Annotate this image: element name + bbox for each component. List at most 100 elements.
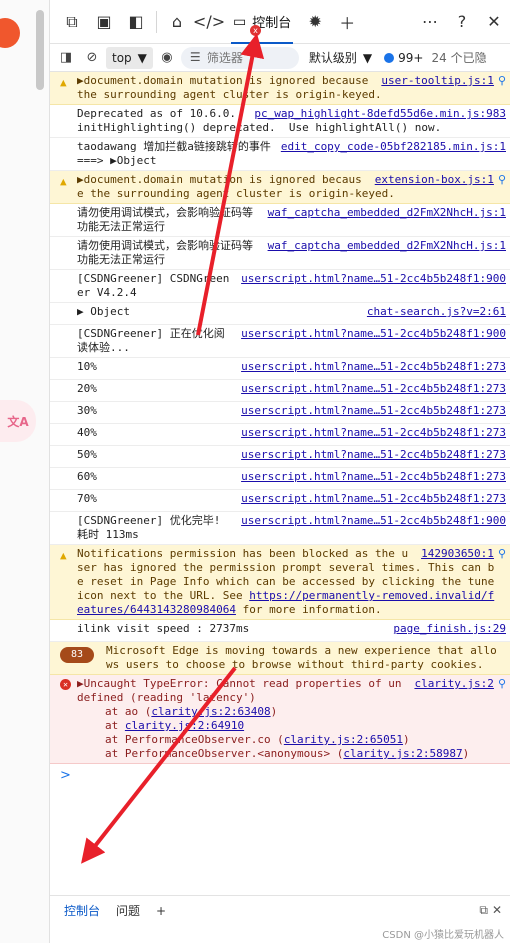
log-message: edit_copy_code-05bf282185.min.js:1 taodaw… xyxy=(50,138,510,171)
inspect-icon[interactable]: ▣ xyxy=(88,0,120,44)
warning-message: ▲ ⚲ user-tooltip.js:1 ▶document.domain muta… xyxy=(50,72,510,105)
help-icon[interactable]: ? xyxy=(446,0,478,44)
more-icon[interactable]: ⋯ xyxy=(414,0,446,44)
filter-wrapper: ☰ xyxy=(180,46,299,69)
tab-console[interactable]: ▭ 控制台 x xyxy=(225,0,299,44)
log-message: userscript.html?name…51-2cc4b5b248f1:273… xyxy=(50,446,510,468)
search-lens-icon[interactable]: ⚲ xyxy=(498,677,506,691)
message-source-link[interactable]: waf_captcha_embedded_d2FmX2NhcH.js:1 xyxy=(268,206,506,220)
message-source-link[interactable]: 142903650:1 xyxy=(421,547,494,561)
clear-console-icon[interactable]: ⊘ xyxy=(80,46,104,70)
issues-icon xyxy=(384,52,395,63)
hidden-count: 24 个已隐 xyxy=(431,51,487,65)
devtools-panel: ⧉ ▣ ◧ ⌂ </> ▭ 控制台 x ✹ ＋ ⋯ ? ✕ ◨ ⊘ top ▼ … xyxy=(50,0,510,943)
welcome-home-icon[interactable]: ⌂ xyxy=(161,0,193,44)
console-messages: ▲ ⚲ user-tooltip.js:1 ▶document.domain muta… xyxy=(50,72,510,896)
device-mode-icon[interactable]: ⧉ xyxy=(56,0,88,44)
context-value: top xyxy=(112,50,132,65)
stack-link[interactable]: clarity.js:2:58987 xyxy=(343,747,462,760)
log-message: userscript.html?name…51-2cc4b5b248f1:900… xyxy=(50,270,510,303)
sources-bug-icon[interactable]: ✹ xyxy=(299,0,331,44)
page-scrollbar[interactable] xyxy=(36,10,44,90)
warning-icon: ▲ xyxy=(60,76,67,89)
search-lens-icon[interactable]: ⚲ xyxy=(498,547,506,561)
notification-warning: ▲ ⚲ 142903650:1 Notifications permission… xyxy=(50,545,510,620)
log-message: userscript.html?name…51-2cc4b5b248f1:273… xyxy=(50,424,510,446)
close-drawer-icon[interactable]: ✕ xyxy=(492,903,502,918)
warning-icon: ▲ xyxy=(60,549,67,562)
message-source-link[interactable]: userscript.html?name…51-2cc4b5b248f1:273 xyxy=(241,382,506,396)
live-expression-eye-icon[interactable]: ◉ xyxy=(155,46,179,70)
chevron-down-icon: ▼ xyxy=(137,50,147,65)
message-source-link[interactable]: userscript.html?name…51-2cc4b5b248f1:900 xyxy=(241,514,506,528)
message-source-link[interactable]: extension-box.js:1 xyxy=(375,173,494,187)
page-strip: 文A xyxy=(0,0,50,943)
message-source-link[interactable]: user-tooltip.js:1 xyxy=(381,74,494,88)
notification-tail: for more information. xyxy=(235,603,382,616)
message-source-link[interactable]: clarity.js:2 xyxy=(414,677,493,691)
console-error-badge: x xyxy=(250,24,261,36)
watermark: CSDN @小猿比爱玩机器人 xyxy=(382,930,504,941)
message-count-badge: 83 xyxy=(60,647,94,663)
context-select[interactable]: top ▼ xyxy=(106,46,153,69)
add-tab-icon[interactable]: ＋ xyxy=(331,0,363,44)
console-prompt[interactable]: > xyxy=(50,764,510,788)
log-level-value: 默认级别 xyxy=(308,51,357,65)
edge-notice: 83 Microsoft Edge is moving towards a ne… xyxy=(50,642,510,675)
message-source-link[interactable]: userscript.html?name…51-2cc4b5b248f1:273 xyxy=(241,360,506,374)
chevron-down-icon: ▼ xyxy=(362,50,373,65)
message-source-link[interactable]: page_finish.js:29 xyxy=(393,622,506,636)
log-message: chat-search.js?v=2:61 ▶ Object xyxy=(50,303,510,325)
log-level-select[interactable]: 默认级别 ▼ xyxy=(309,49,372,66)
log-message: userscript.html?name…51-2cc4b5b248f1:273… xyxy=(50,468,510,490)
dock-drawer-icon[interactable]: ⧉ xyxy=(479,903,488,918)
log-message: userscript.html?name…51-2cc4b5b248f1:273… xyxy=(50,380,510,402)
divider xyxy=(156,10,157,33)
log-message: userscript.html?name…51-2cc4b5b248f1:273… xyxy=(50,402,510,424)
drawer-add-icon[interactable]: + xyxy=(156,904,166,918)
message-source-link[interactable]: userscript.html?name…51-2cc4b5b248f1:273 xyxy=(241,404,506,418)
log-message: userscript.html?name…51-2cc4b5b248f1:273… xyxy=(50,358,510,380)
message-source-link[interactable]: userscript.html?name…51-2cc4b5b248f1:900 xyxy=(241,272,506,286)
drawer-tab-console[interactable]: 控制台 xyxy=(64,902,100,919)
stack-link[interactable]: clarity.js:2:63408 xyxy=(151,705,270,718)
log-message: page_finish.js:29 ilink visit speed : 27… xyxy=(50,620,510,642)
sidebar-toggle-icon[interactable]: ◨ xyxy=(54,46,78,70)
error-message: ✕ ⚲ clarity.js:2 ▶Uncaught TypeError: Ca… xyxy=(50,675,510,764)
stack-frame: at ao (clarity.js:2:63408) xyxy=(105,705,278,718)
message-source-link[interactable]: waf_captcha_embedded_d2FmX2NhcH.js:1 xyxy=(268,239,506,253)
message-source-link[interactable]: userscript.html?name…51-2cc4b5b248f1:273 xyxy=(241,470,506,484)
close-icon[interactable]: ✕ xyxy=(478,0,510,44)
log-message: userscript.html?name…51-2cc4b5b248f1:900… xyxy=(50,512,510,545)
console-icon: ▭ xyxy=(233,13,247,30)
console-toolbar: ◨ ⊘ top ▼ ◉ ☰ 默认级别 ▼ 99+ 24 个已隐 xyxy=(50,44,510,72)
stack-link[interactable]: clarity.js:2:65051 xyxy=(284,733,403,746)
dock-icon[interactable]: ◧ xyxy=(120,0,152,44)
error-icon: ✕ xyxy=(60,679,71,690)
message-source-link[interactable]: userscript.html?name…51-2cc4b5b248f1:273 xyxy=(241,426,506,440)
message-source-link[interactable]: userscript.html?name…51-2cc4b5b248f1:273 xyxy=(241,492,506,506)
message-source-link[interactable]: userscript.html?name…51-2cc4b5b248f1:273 xyxy=(241,448,506,462)
stack-frame: at PerformanceObserver.<anonymous> (clar… xyxy=(105,747,470,760)
log-message: pc_wap_highlight-8defd55d6e.min.js:983 De… xyxy=(50,105,510,138)
elements-icon[interactable]: </> xyxy=(193,0,225,44)
devtools-tabbar: ⧉ ▣ ◧ ⌂ </> ▭ 控制台 x ✹ ＋ ⋯ ? ✕ xyxy=(50,0,510,44)
search-lens-icon[interactable]: ⚲ xyxy=(498,74,506,88)
edge-text: Microsoft Edge is moving towards a new e… xyxy=(106,644,497,671)
issues-counter[interactable]: 99+ xyxy=(384,51,423,65)
drawer-tab-issues[interactable]: 问题 xyxy=(116,902,140,919)
filter-icon: ☰ xyxy=(189,49,201,64)
log-message: userscript.html?name…51-2cc4b5b248f1:900… xyxy=(50,325,510,358)
issues-count: 99+ xyxy=(398,50,424,65)
translate-button[interactable]: 文A xyxy=(0,400,36,442)
message-source-link[interactable]: chat-search.js?v=2:61 xyxy=(367,305,506,319)
message-source-link[interactable]: pc_wap_highlight-8defd55d6e.min.js:983 xyxy=(254,107,506,121)
stack-frame: at PerformanceObserver.co (clarity.js:2:… xyxy=(105,733,410,746)
message-source-link[interactable]: edit_copy_code-05bf282185.min.js:1 xyxy=(281,140,506,154)
warning-message: ▲ ⚲ extension-box.js:1 ▶document.domain mut… xyxy=(50,171,510,204)
message-source-link[interactable]: userscript.html?name…51-2cc4b5b248f1:900 xyxy=(241,327,506,341)
stack-link[interactable]: clarity.js:2:64910 xyxy=(125,719,244,732)
search-lens-icon[interactable]: ⚲ xyxy=(498,173,506,187)
log-message: userscript.html?name…51-2cc4b5b248f1:273… xyxy=(50,490,510,512)
message-list: ▲ ⚲ user-tooltip.js:1 ▶document.domain muta… xyxy=(50,72,510,545)
